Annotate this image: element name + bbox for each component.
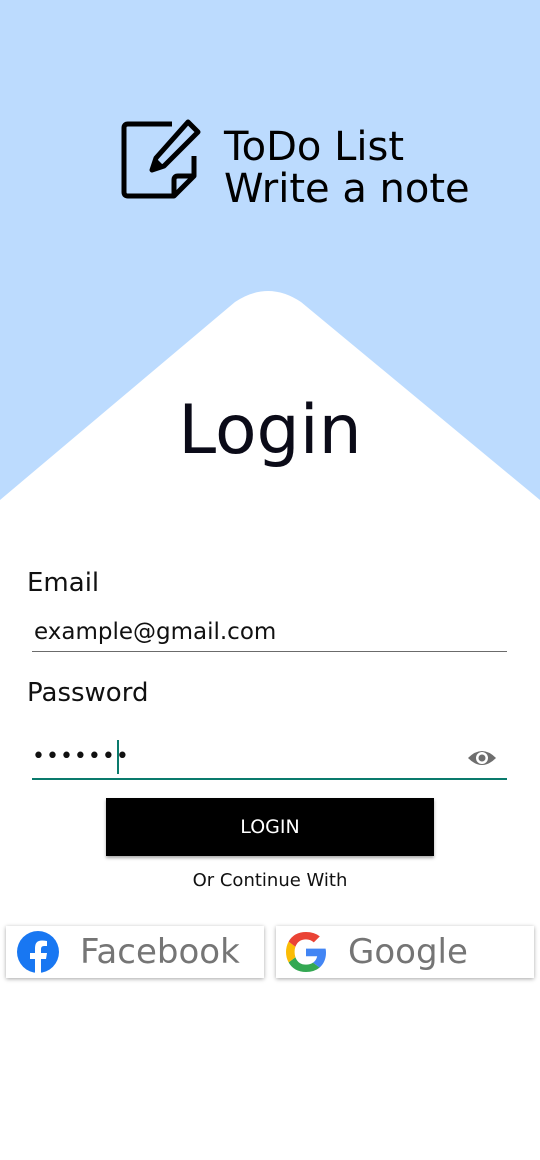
facebook-icon [17, 931, 59, 974]
google-label: Google [348, 932, 468, 972]
eye-icon[interactable] [467, 746, 497, 770]
password-label: Password [27, 678, 149, 708]
email-field[interactable] [32, 612, 507, 652]
app-title: ToDo List [224, 124, 405, 170]
app-subtitle: Write a note [224, 166, 470, 212]
google-button[interactable]: Google [276, 926, 534, 978]
page-title: Login [178, 391, 362, 470]
edit-note-icon [121, 119, 201, 199]
or-continue-text: Or Continue With [192, 870, 348, 891]
brand: ToDo List Write a note [120, 118, 470, 210]
facebook-button[interactable]: Facebook [6, 926, 264, 978]
text-cursor [117, 740, 119, 774]
email-label: Email [27, 568, 100, 598]
facebook-label: Facebook [80, 932, 240, 972]
password-value: ••••••• [32, 744, 130, 769]
google-icon [286, 932, 326, 972]
password-field[interactable]: ••••••• [32, 738, 507, 780]
login-button[interactable]: LOGIN [106, 798, 434, 856]
